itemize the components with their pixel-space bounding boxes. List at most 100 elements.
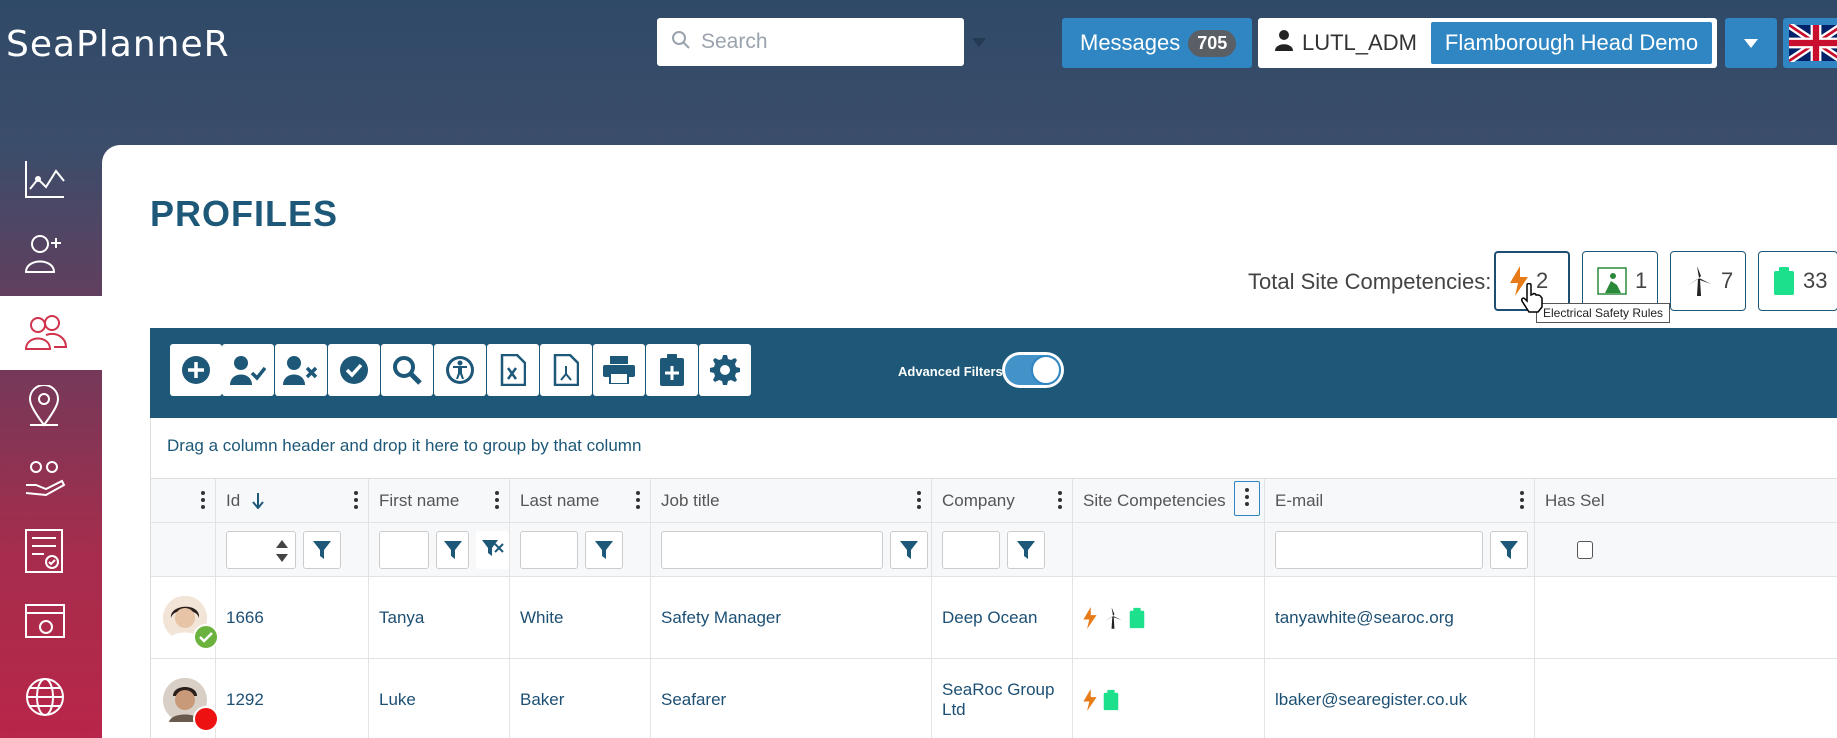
id-filter-button[interactable] bbox=[303, 530, 341, 569]
profiles-grid: Id First name Last name Job title Compan… bbox=[150, 478, 1837, 738]
accessibility-button[interactable] bbox=[434, 344, 486, 396]
email-filter-input[interactable] bbox=[1275, 530, 1483, 569]
column-header-id[interactable]: Id bbox=[216, 479, 369, 522]
last-name-filter-button[interactable] bbox=[585, 530, 623, 569]
email-cell[interactable]: lbaker@searegister.co.uk bbox=[1265, 659, 1535, 738]
chart-icon bbox=[25, 161, 65, 198]
column-header-last-name[interactable]: Last name bbox=[510, 479, 651, 522]
column-header-email[interactable]: E-mail bbox=[1265, 479, 1535, 522]
avatar-cell bbox=[151, 659, 219, 738]
avatar[interactable] bbox=[163, 595, 219, 650]
table-row[interactable]: 1292 Luke Baker Seafarer SeaRoc Group Lt… bbox=[151, 659, 1837, 738]
has-self-cell bbox=[1535, 577, 1675, 658]
search-input[interactable] bbox=[701, 30, 972, 54]
messages-button[interactable]: Messages 705 bbox=[1062, 18, 1252, 68]
filter-cell-email bbox=[1265, 523, 1535, 576]
table-row[interactable]: 1666 Tanya White Safety Manager Deep Oce… bbox=[151, 577, 1837, 659]
filter-icon bbox=[900, 540, 918, 559]
gear-icon bbox=[710, 355, 740, 385]
job-title-filter-input[interactable] bbox=[661, 530, 883, 569]
sidebar-item-locations[interactable] bbox=[0, 370, 102, 444]
user-icon bbox=[1274, 29, 1294, 57]
user-check-icon bbox=[230, 356, 266, 385]
competencies-label: Total Site Competencies: bbox=[1248, 269, 1492, 294]
column-menu-icon[interactable] bbox=[201, 491, 205, 512]
competencies-cell bbox=[1073, 577, 1265, 658]
column-header-site-competencies[interactable]: Site Competencies bbox=[1073, 479, 1265, 522]
column-menu-icon[interactable] bbox=[1234, 481, 1260, 516]
clipboard-plus-icon bbox=[660, 354, 684, 386]
clipboard-icon[interactable] bbox=[1103, 689, 1119, 711]
column-menu-icon[interactable] bbox=[917, 491, 921, 512]
filter-cell-first-name bbox=[369, 523, 510, 576]
sidebar-item-global[interactable] bbox=[0, 660, 102, 734]
company-filter-button[interactable] bbox=[1007, 530, 1045, 569]
column-menu-icon[interactable] bbox=[1520, 491, 1524, 512]
competency-count: 7 bbox=[1721, 268, 1734, 293]
sidebar-item-settings[interactable] bbox=[0, 586, 102, 660]
deactivate-user-button[interactable] bbox=[275, 344, 327, 396]
clipboard-icon[interactable] bbox=[1129, 607, 1145, 629]
clear-filter-button[interactable] bbox=[476, 530, 509, 569]
company-filter-input[interactable] bbox=[942, 530, 1000, 569]
sort-down-icon[interactable] bbox=[252, 492, 264, 509]
excel-file-icon bbox=[500, 354, 526, 386]
sidebar-item-services[interactable] bbox=[0, 440, 102, 514]
email-cell[interactable]: tanyawhite@searoc.org bbox=[1265, 577, 1535, 658]
export-excel-button[interactable] bbox=[487, 344, 539, 396]
activate-user-button[interactable] bbox=[222, 344, 274, 396]
messages-label: Messages bbox=[1080, 30, 1181, 55]
global-search[interactable] bbox=[657, 18, 986, 66]
competency-chip-excavation[interactable]: 1 bbox=[1582, 251, 1658, 311]
email-filter-button[interactable] bbox=[1490, 530, 1528, 569]
competency-chip-clipboard[interactable]: 33 bbox=[1758, 251, 1837, 311]
avatar[interactable] bbox=[163, 677, 219, 732]
advanced-filters-toggle[interactable] bbox=[1002, 352, 1064, 388]
first-name-filter-button[interactable] bbox=[436, 530, 470, 569]
grid-header-row: Id First name Last name Job title Compan… bbox=[151, 479, 1837, 523]
competency-chip-wind[interactable]: 7 bbox=[1670, 251, 1746, 311]
print-button[interactable] bbox=[593, 344, 645, 396]
sidebar-item-forms[interactable] bbox=[0, 514, 102, 588]
map-pin-icon bbox=[28, 385, 60, 427]
column-header-job-title[interactable]: Job title bbox=[651, 479, 932, 522]
filter-cell-competencies bbox=[1073, 523, 1265, 576]
column-header-has-self[interactable]: Has Sel bbox=[1535, 479, 1675, 522]
id-filter-input[interactable] bbox=[226, 530, 296, 569]
chevron-down-icon[interactable] bbox=[972, 37, 986, 47]
column-header-company[interactable]: Company bbox=[932, 479, 1073, 522]
add-button[interactable] bbox=[170, 344, 222, 396]
language-flag-icon[interactable] bbox=[1783, 18, 1837, 68]
group-drop-area[interactable]: Drag a column header and drop it here to… bbox=[150, 418, 1837, 478]
sidebar-item-add-user[interactable] bbox=[0, 216, 102, 290]
search-button[interactable] bbox=[381, 344, 433, 396]
sidebar-item-profiles[interactable] bbox=[0, 296, 102, 370]
page-title: PROFILES bbox=[150, 193, 339, 234]
approve-button[interactable] bbox=[328, 344, 380, 396]
first-name-filter-input[interactable] bbox=[379, 530, 430, 569]
wind-turbine-icon[interactable] bbox=[1103, 606, 1123, 629]
column-menu-icon[interactable] bbox=[354, 491, 358, 512]
export-pdf-button[interactable] bbox=[540, 344, 592, 396]
site-selector-button[interactable]: Flamborough Head Demo bbox=[1430, 22, 1713, 64]
last-name-filter-input[interactable] bbox=[520, 530, 578, 569]
app-logo[interactable]: SeaPlanneR bbox=[6, 24, 230, 65]
grid-filter-row bbox=[151, 523, 1837, 577]
lightning-icon[interactable] bbox=[1083, 606, 1097, 629]
column-menu-icon[interactable] bbox=[636, 491, 640, 512]
user-info[interactable]: LUTL_ADM Flamborough Head Demo bbox=[1258, 18, 1717, 68]
site-dropdown-button[interactable] bbox=[1725, 18, 1777, 68]
column-menu-icon[interactable] bbox=[1058, 491, 1062, 512]
messages-count-badge: 705 bbox=[1188, 29, 1237, 57]
column-header-first-name[interactable]: First name bbox=[369, 479, 510, 522]
lightning-icon[interactable] bbox=[1083, 688, 1097, 711]
company-cell: SeaRoc Group Ltd bbox=[932, 659, 1073, 738]
add-record-button[interactable] bbox=[646, 344, 698, 396]
job-title-filter-button[interactable] bbox=[890, 530, 928, 569]
column-header-select[interactable] bbox=[151, 479, 216, 522]
has-self-filter-checkbox[interactable] bbox=[1577, 540, 1593, 559]
stepper-icon[interactable] bbox=[275, 538, 289, 564]
column-menu-icon[interactable] bbox=[495, 491, 499, 512]
settings-button[interactable] bbox=[699, 344, 751, 396]
sidebar-item-dashboard[interactable] bbox=[0, 142, 102, 216]
